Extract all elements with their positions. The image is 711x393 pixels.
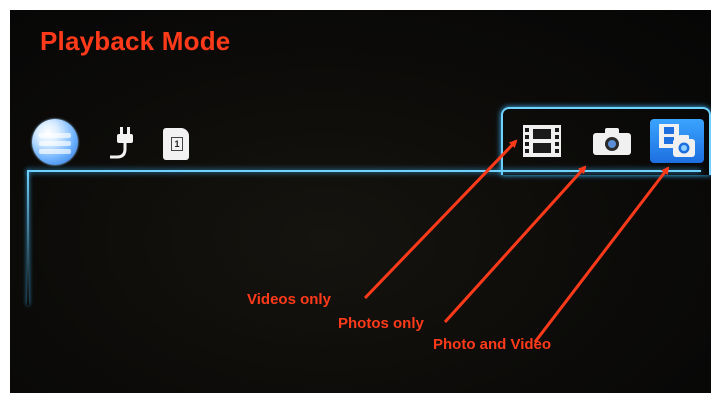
- screenshot-frame: Playback Mode 1 Videos only Photos only …: [0, 0, 711, 393]
- arrow-videos-only: [363, 139, 518, 300]
- annotation-photo-and-video: Photo and Video: [433, 336, 552, 353]
- annotation-arrows: [363, 139, 670, 343]
- arrow-photo-and-video: [533, 166, 670, 343]
- annotation-videos-only: Videos only: [247, 291, 331, 308]
- annotation-photos-only: Photos only: [338, 315, 424, 332]
- arrow-photos-only: [443, 165, 587, 324]
